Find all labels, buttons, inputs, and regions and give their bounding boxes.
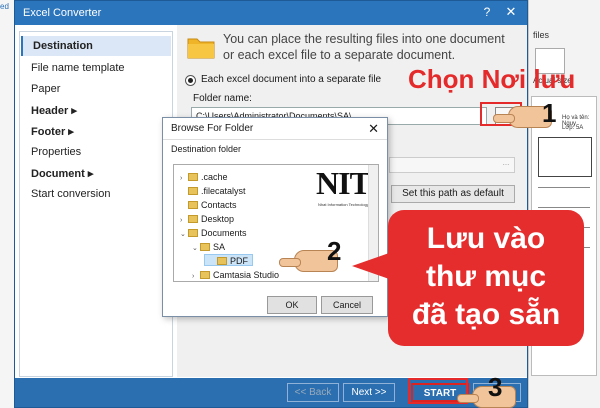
tree-item-camtasia-studio[interactable]: › Camtasia Studio <box>192 269 279 281</box>
tree-item-label: SA <box>213 242 226 252</box>
tree-item-pdf[interactable]: PDF <box>204 254 253 266</box>
choose-location-annotation: Chọn Nơi lưu <box>408 64 576 94</box>
tree-item-label: PDF <box>230 256 248 266</box>
tree-item-label: Camtasia Studio <box>213 270 280 280</box>
tree-item-documents[interactable]: ⌄ Documents <box>180 227 247 239</box>
folder-icon <box>200 243 210 251</box>
folder-icon <box>200 271 210 279</box>
browse-dialog-title-bar: Browse For Folder ✕ <box>163 118 387 140</box>
doc-line <box>538 207 590 208</box>
title-bar: Excel Converter ? ✕ <box>15 1 527 25</box>
folder-icon <box>188 215 198 223</box>
destination-folder-label: Destination folder <box>171 144 242 154</box>
chevron-down-icon[interactable]: ⌄ <box>180 229 188 241</box>
folder-name-label: Folder name: <box>193 93 252 104</box>
next-button[interactable]: Next >> <box>343 383 395 402</box>
close-icon[interactable]: ✕ <box>368 121 379 137</box>
tree-item-label: Documents <box>201 228 247 238</box>
tree-item-desktop[interactable]: › Desktop <box>180 213 234 225</box>
sidebar-item-header[interactable]: Header ▸ <box>21 100 171 120</box>
doc-table <box>538 137 592 177</box>
sidebar-item-properties[interactable]: Properties <box>21 142 171 162</box>
callout-line-3: đã tạo sẵn <box>411 298 561 331</box>
browse-dialog-title: Browse For Folder <box>171 123 254 134</box>
doc-text-class: Lớp: 5A <box>562 125 584 131</box>
tree-item-filecatalyst[interactable]: .filecatalyst <box>180 185 246 197</box>
separate-file-radio[interactable] <box>185 75 196 86</box>
save-folder-callout: Lưu vào thư mục đã tạo sẵn <box>388 210 584 346</box>
disabled-browse-button: ... <box>502 158 510 167</box>
background-tab-label: files <box>533 30 550 40</box>
step-number-1: 1 <box>542 98 557 128</box>
folder-tree: › .cache .filecatalyst Contacts › Desktop … <box>173 164 379 282</box>
tree-item-cache[interactable]: › .cache <box>180 171 228 183</box>
tree-item-label: .filecatalyst <box>201 186 246 196</box>
background-app-right: files Actual size Họ và tên: Nguy Lớp: 5… <box>528 0 600 408</box>
nit-logo-subtext: Nhat Information Technology <box>318 202 369 207</box>
step-number-3: 3 <box>488 372 503 402</box>
sidebar-item-file-name-template[interactable]: File name template <box>21 58 171 78</box>
folder-icon <box>217 257 227 265</box>
chevron-right-icon[interactable]: › <box>180 173 188 185</box>
background-left-text: ed <box>0 2 9 11</box>
nit-logo: NIT Nhat Information Technology <box>314 165 374 209</box>
sidebar-item-footer[interactable]: Footer ▸ <box>21 121 171 141</box>
sidebar-item-document[interactable]: Document ▸ <box>21 163 171 183</box>
folder-icon <box>188 173 198 181</box>
sidebar-item-destination[interactable]: Destination <box>21 36 171 56</box>
nit-logo-text: NIT <box>316 165 371 201</box>
folder-icon <box>188 187 198 195</box>
sidebar: Destination File name template Paper Hea… <box>19 31 173 377</box>
sidebar-item-start-conversion[interactable]: Start conversion <box>21 184 171 204</box>
chevron-down-icon[interactable]: ⌄ <box>192 243 200 255</box>
callout-line-1: Lưu vào <box>426 222 546 255</box>
browse-for-folder-dialog: Browse For Folder ✕ Destination folder ›… <box>162 117 388 317</box>
browse-cancel-button[interactable]: Cancel <box>321 296 373 314</box>
set-default-path-button[interactable]: Set this path as default <box>391 185 515 203</box>
chevron-right-icon[interactable]: › <box>192 271 200 281</box>
separate-file-radio-label[interactable]: Each excel document into a separate file <box>201 74 381 85</box>
folder-icon <box>188 201 198 209</box>
tree-item-label: .cache <box>201 172 228 182</box>
folder-icon <box>188 229 198 237</box>
sidebar-item-paper[interactable]: Paper <box>21 79 171 99</box>
help-icon[interactable]: ? <box>479 5 495 19</box>
background-app-left: ed <box>0 0 14 408</box>
close-icon[interactable]: ✕ <box>503 4 519 20</box>
chevron-right-icon[interactable]: › <box>180 215 188 227</box>
tree-item-sa[interactable]: ⌄ SA <box>192 241 225 253</box>
folder-icon <box>187 38 215 59</box>
callout-tail <box>352 252 392 280</box>
callout-line-2: thư mục <box>425 260 547 293</box>
back-button[interactable]: << Back <box>287 383 339 402</box>
tree-item-label: Desktop <box>201 214 235 224</box>
window-title: Excel Converter <box>23 7 102 19</box>
disabled-path-input <box>389 157 515 173</box>
tree-item-contacts[interactable]: Contacts <box>180 199 237 211</box>
doc-line <box>538 187 590 188</box>
tree-item-label: Contacts <box>201 200 237 210</box>
info-text: You can place the resulting files into o… <box>223 32 505 62</box>
ok-button[interactable]: OK <box>267 296 317 314</box>
step-number-2: 2 <box>327 236 342 266</box>
